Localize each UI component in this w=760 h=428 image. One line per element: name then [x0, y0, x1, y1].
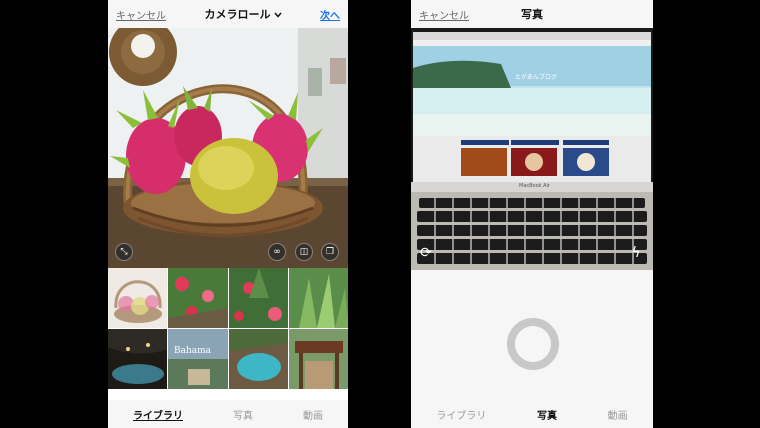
album-title: カメラロール — [204, 8, 271, 21]
shutter-button[interactable] — [507, 318, 559, 370]
photo-preview[interactable]: ⤡ ∞ ◫ ❐ — [108, 28, 348, 268]
tab-library[interactable]: ライブラリ — [133, 407, 183, 422]
flash-icon[interactable]: ϟ — [625, 242, 647, 264]
camera-roll-screen: キャンセル カメラロール 次へ ⤡ ∞ ◫ ❐ Bahama ライブラリ 写真 … — [108, 0, 348, 428]
camera-viewfinder[interactable]: とがあんブログ MacBook Air ⟳ ϟ — [411, 28, 653, 270]
bottom-tab-bar: ライブラリ 写真 動画 — [108, 400, 348, 428]
bottom-tab-bar: ライブラリ 写真 動画 — [411, 400, 653, 428]
chevron-down-icon — [273, 8, 282, 21]
tab-photo[interactable]: 写真 — [537, 407, 557, 422]
tab-video[interactable]: 動画 — [303, 407, 323, 422]
tab-library[interactable]: ライブラリ — [436, 407, 486, 422]
thumbnail[interactable] — [228, 329, 288, 389]
thumbnail[interactable] — [288, 268, 348, 328]
cancel-button[interactable]: キャンセル — [419, 7, 469, 22]
thumbnail[interactable] — [108, 268, 168, 328]
album-selector[interactable]: カメラロール — [205, 6, 282, 22]
switch-camera-icon[interactable]: ⟳ — [415, 242, 437, 264]
expand-icon[interactable]: ⤡ — [115, 243, 133, 261]
top-bar: キャンセル カメラロール 次へ — [108, 0, 348, 28]
svg-text:Bahama: Bahama — [174, 346, 212, 356]
tab-video[interactable]: 動画 — [608, 407, 628, 422]
thumbnail[interactable]: Bahama — [168, 329, 228, 389]
thumbnail[interactable] — [168, 268, 228, 328]
thumbnail[interactable] — [288, 329, 348, 389]
boomerang-icon[interactable]: ∞ — [268, 243, 286, 261]
page-title: 写真 — [521, 8, 543, 21]
thumbnail-grid: Bahama — [108, 268, 348, 400]
thumbnail[interactable] — [228, 268, 288, 328]
top-bar: キャンセル 写真 — [411, 0, 653, 28]
laptop-label: MacBook Air — [519, 183, 551, 189]
camera-screen: キャンセル 写真 とがあんブログ MacBook Air ⟳ ϟ ライブラリ 写… — [411, 0, 653, 428]
blog-title: とがあんブログ — [515, 74, 558, 81]
cancel-button[interactable]: キャンセル — [116, 7, 166, 22]
thumbnail[interactable] — [108, 329, 168, 389]
next-button[interactable]: 次へ — [320, 7, 340, 22]
multi-select-icon[interactable]: ❐ — [321, 243, 339, 261]
tab-photo[interactable]: 写真 — [233, 407, 253, 422]
layout-icon[interactable]: ◫ — [295, 243, 313, 261]
